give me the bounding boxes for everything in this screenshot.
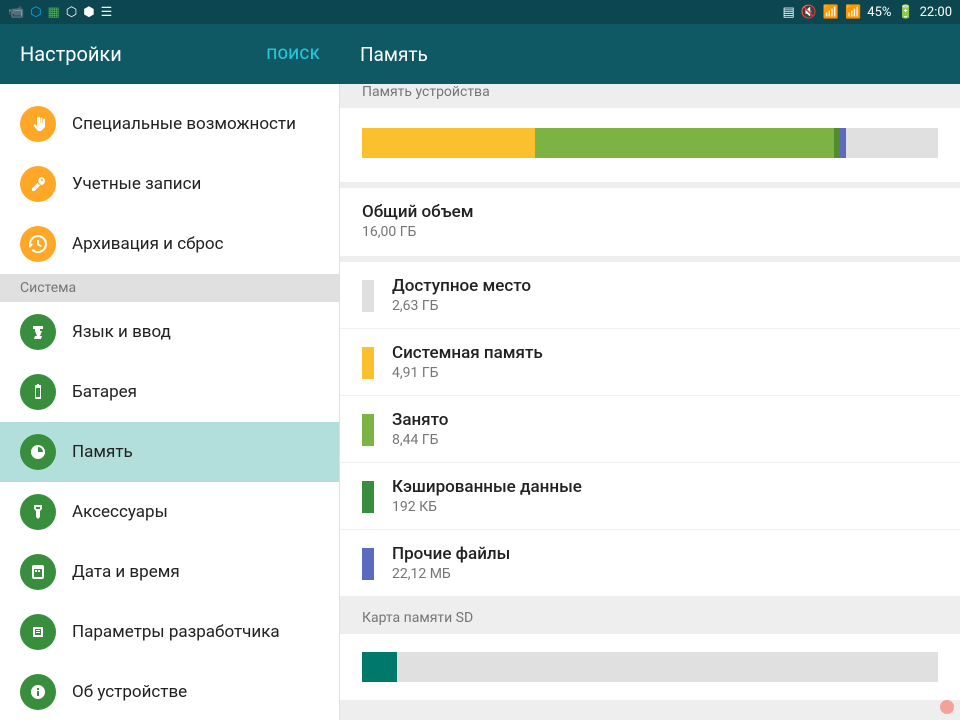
battery-icon: 🔋 bbox=[897, 5, 913, 20]
sidebar-item-label: Дата и время bbox=[72, 562, 180, 582]
memory-items-card: Доступное место 2,63 ГБ Системная память… bbox=[340, 262, 960, 596]
memory-content[interactable]: Память устройства Общий объем 16,00 ГБ bbox=[340, 84, 960, 720]
swatch bbox=[362, 548, 374, 580]
status-bar: 📹 ⬡ ▦ ⬡ ⬢ ☰ ▤ 🔇 📶 📶 45% 🔋 22:00 bbox=[0, 0, 960, 24]
wifi-icon: 📶 bbox=[823, 5, 839, 20]
memory-bar-track bbox=[362, 128, 938, 158]
total-row: Общий объем 16,00 ГБ bbox=[340, 188, 960, 256]
memory-bar-card bbox=[340, 108, 960, 182]
signal-icon: 📶 bbox=[845, 5, 861, 20]
adblock-icon: ⬢ bbox=[83, 5, 94, 20]
info-icon bbox=[20, 674, 56, 710]
hand-icon bbox=[20, 106, 56, 142]
main: Специальные возможности Учетные записи А… bbox=[0, 84, 960, 720]
sidebar-item-about[interactable]: Об устройстве bbox=[0, 662, 339, 720]
sidebar-item-label: Батарея bbox=[72, 382, 137, 402]
total-label: Общий объем bbox=[362, 202, 938, 222]
skype-icon: ⬡ bbox=[30, 5, 41, 20]
search-button[interactable]: ПОИСК bbox=[266, 45, 320, 63]
sd-card-label: Карта памяти SD bbox=[340, 602, 960, 634]
battery-percent: 45% bbox=[867, 5, 891, 20]
sidebar-item-memory[interactable]: Память bbox=[0, 422, 339, 482]
bar-seg-other bbox=[840, 128, 846, 158]
mem-label: Прочие файлы bbox=[392, 544, 510, 564]
page-title: Память bbox=[360, 43, 428, 66]
key-icon bbox=[20, 166, 56, 202]
mem-value: 192 КБ bbox=[392, 499, 582, 515]
sd-bar bbox=[340, 634, 960, 700]
memory-bar-chart bbox=[340, 108, 960, 182]
sidebar-item-label: Параметры разработчика bbox=[72, 622, 280, 642]
cast-icon: ▤ bbox=[782, 5, 794, 20]
sidebar-item-developer[interactable]: Параметры разработчика bbox=[0, 602, 339, 662]
sidebar-item-language[interactable]: Язык и ввод bbox=[0, 302, 339, 362]
mute-icon: 🔇 bbox=[801, 5, 817, 20]
swatch bbox=[362, 280, 374, 312]
sd-seg bbox=[362, 652, 397, 682]
sd-track bbox=[362, 652, 938, 682]
mem-item-other[interactable]: Прочие файлы 22,12 МБ bbox=[340, 529, 960, 596]
mem-item-available[interactable]: Доступное место 2,63 ГБ bbox=[340, 262, 960, 328]
total-memory-card[interactable]: Общий объем 16,00 ГБ bbox=[340, 188, 960, 256]
status-left: 📹 ⬡ ▦ ⬡ ⬢ ☰ bbox=[8, 5, 112, 20]
sidebar-item-backup[interactable]: Архивация и сброс bbox=[0, 214, 339, 274]
memory-icon bbox=[20, 434, 56, 470]
sidebar-item-accounts[interactable]: Учетные записи bbox=[0, 154, 339, 214]
shield-icon: ⬡ bbox=[66, 5, 77, 20]
swatch bbox=[362, 414, 374, 446]
mem-label: Доступное место bbox=[392, 276, 531, 296]
sd-bar-card bbox=[340, 634, 960, 700]
settings-title: Настройки bbox=[20, 42, 122, 66]
camera-icon: 📹 bbox=[8, 5, 24, 20]
accessories-icon bbox=[20, 494, 56, 530]
mem-value: 4,91 ГБ bbox=[392, 365, 543, 381]
mem-item-cache[interactable]: Кэшированные данные 192 КБ bbox=[340, 462, 960, 529]
sidebar-item-label: Учетные записи bbox=[72, 174, 201, 194]
sidebar-item-accessories[interactable]: Аксессуары bbox=[0, 482, 339, 542]
sidebar[interactable]: Специальные возможности Учетные записи А… bbox=[0, 84, 340, 720]
device-memory-label: Память устройства bbox=[340, 84, 960, 108]
app-header: Настройки ПОИСК Память bbox=[0, 24, 960, 84]
app-icon-2: ☰ bbox=[101, 5, 113, 20]
clock: 22:00 bbox=[920, 5, 952, 20]
swatch bbox=[362, 481, 374, 513]
sidebar-item-label: Архивация и сброс bbox=[72, 234, 224, 254]
app-icon-1: ▦ bbox=[48, 5, 60, 20]
sidebar-item-label: Об устройстве bbox=[72, 682, 187, 702]
sidebar-item-label: Память bbox=[72, 442, 133, 462]
status-right: ▤ 🔇 📶 📶 45% 🔋 22:00 bbox=[782, 5, 952, 20]
mem-item-used[interactable]: Занято 8,44 ГБ bbox=[340, 395, 960, 462]
sidebar-item-datetime[interactable]: Дата и время bbox=[0, 542, 339, 602]
dev-icon bbox=[20, 614, 56, 650]
mem-label: Кэшированные данные bbox=[392, 477, 582, 497]
header-left: Настройки ПОИСК bbox=[0, 24, 340, 84]
swatch bbox=[362, 347, 374, 379]
mem-label: Занято bbox=[392, 410, 448, 430]
mem-value: 2,63 ГБ bbox=[392, 298, 531, 314]
sidebar-section-system: Система bbox=[0, 274, 339, 302]
backup-icon bbox=[20, 226, 56, 262]
mem-value: 22,12 МБ bbox=[392, 566, 510, 582]
sidebar-item-label: Аксессуары bbox=[72, 502, 168, 522]
bar-seg-system bbox=[362, 128, 535, 158]
lang-icon bbox=[20, 314, 56, 350]
mem-value: 8,44 ГБ bbox=[392, 432, 448, 448]
sidebar-item-label: Язык и ввод bbox=[72, 322, 171, 342]
mem-item-system[interactable]: Системная память 4,91 ГБ bbox=[340, 328, 960, 395]
record-indicator bbox=[940, 700, 954, 714]
sidebar-item-battery[interactable]: Батарея bbox=[0, 362, 339, 422]
sidebar-item-accessibility[interactable]: Специальные возможности bbox=[0, 94, 339, 154]
battery-icon bbox=[20, 374, 56, 410]
bar-seg-used bbox=[535, 128, 835, 158]
sidebar-item-label: Специальные возможности bbox=[72, 114, 296, 134]
total-value: 16,00 ГБ bbox=[362, 224, 938, 240]
mem-label: Системная память bbox=[392, 343, 543, 363]
header-right: Память bbox=[340, 24, 960, 84]
datetime-icon bbox=[20, 554, 56, 590]
